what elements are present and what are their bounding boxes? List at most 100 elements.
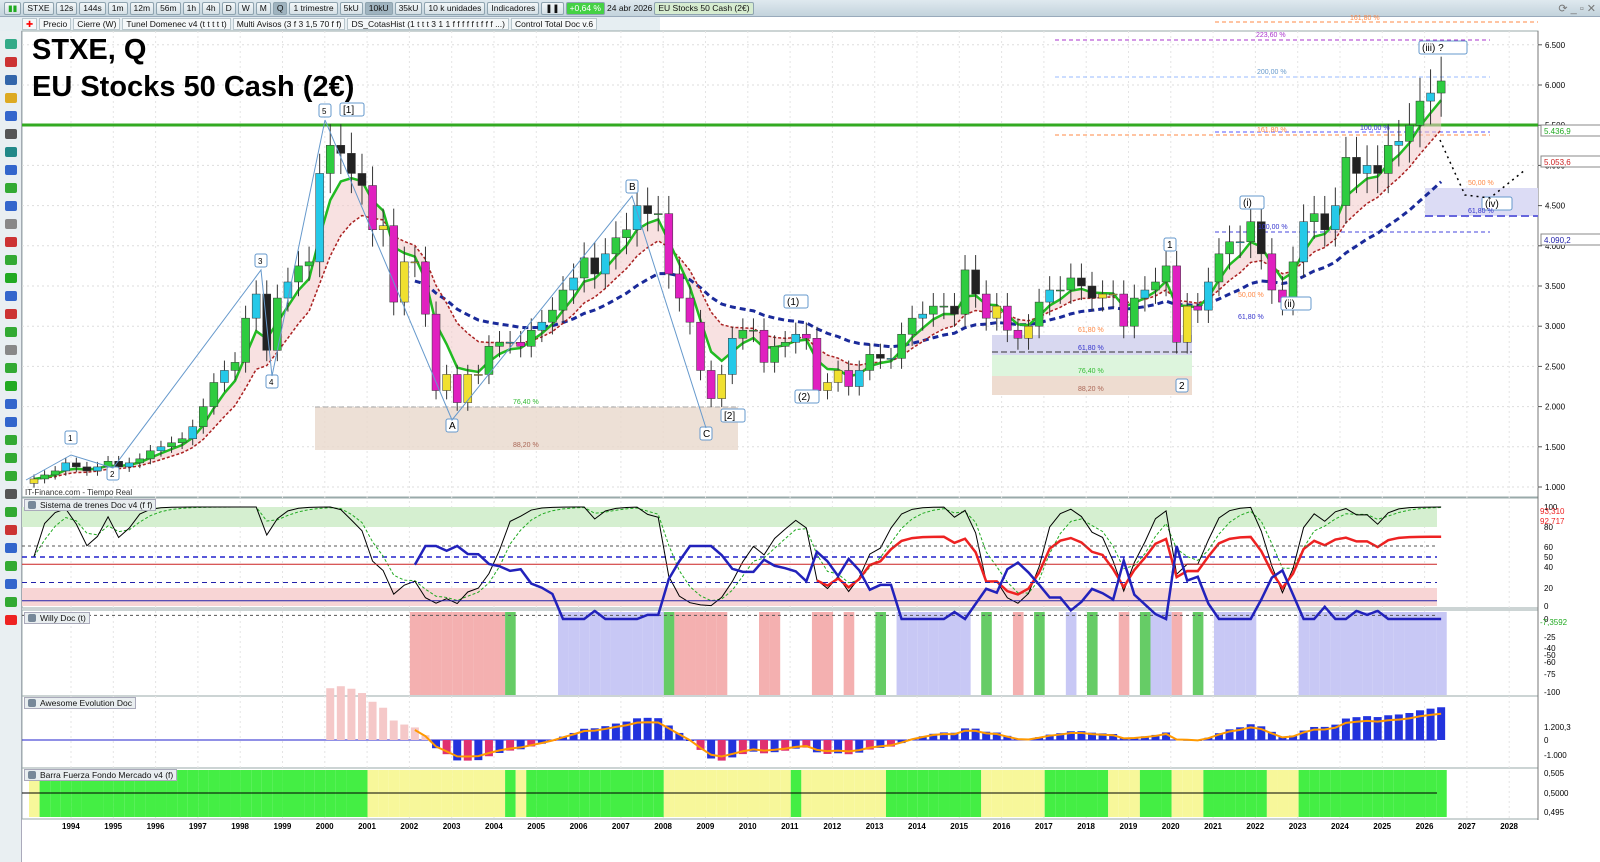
close-pane-icon[interactable] (28, 699, 36, 707)
candle (1309, 213, 1319, 222)
candle (1045, 289, 1054, 303)
willy-band (568, 612, 580, 695)
ao-bar (357, 693, 366, 740)
willy-band (1330, 612, 1341, 695)
year-label: 2007 (612, 822, 630, 831)
close-pane-icon[interactable] (28, 614, 36, 622)
year-label: 2011 (781, 822, 799, 831)
candle (728, 338, 737, 375)
year-label: 2019 (1120, 822, 1138, 831)
willy-band (642, 612, 654, 695)
candle (1373, 165, 1382, 174)
year-label: 2016 (993, 822, 1011, 831)
pane-label-barra[interactable]: Barra Fuerza Fondo Mercado v4 (f) (24, 769, 178, 781)
candle (812, 338, 822, 391)
ao-bar (643, 717, 652, 740)
candle (685, 297, 695, 323)
pane-tick-label: 0,505 (1544, 769, 1565, 778)
year-label: 1998 (231, 822, 249, 831)
candle (791, 333, 801, 343)
pane-label-willy[interactable]: Willy Doc (t) (24, 612, 90, 624)
price-badge-value: 4.090,2 (1544, 236, 1571, 245)
year-label: 2000 (316, 822, 334, 831)
willy-band (1404, 612, 1415, 695)
willy-band (1171, 612, 1183, 695)
pane-tick-label: -25 (1544, 633, 1556, 642)
year-label: 2026 (1416, 822, 1434, 831)
willy-band (1298, 612, 1310, 695)
year-label: 2025 (1373, 822, 1391, 831)
candle (336, 145, 346, 154)
year-label: 2023 (1289, 822, 1307, 831)
candle (802, 333, 811, 339)
candle (897, 333, 906, 359)
candle (1352, 157, 1361, 174)
fib-label: 61,80 % (1078, 327, 1104, 334)
pane-label-awesome[interactable]: Awesome Evolution Doc (24, 697, 136, 709)
candle (146, 450, 155, 460)
wave-label: (2) (798, 392, 810, 403)
candle (1066, 277, 1076, 291)
candle (569, 277, 578, 291)
willy-band (695, 612, 707, 695)
candle (50, 470, 60, 476)
fib-label: 50,00 % (1238, 292, 1264, 299)
candle (865, 354, 875, 371)
ao-bar (389, 720, 398, 740)
wave-label: 1 (68, 434, 73, 443)
pane-tick-label: 0 (1544, 602, 1549, 611)
year-label: 2028 (1500, 822, 1518, 831)
candle (738, 329, 748, 339)
close-pane-icon[interactable] (28, 771, 36, 779)
year-label: 1996 (147, 822, 165, 831)
willy-band (452, 612, 463, 695)
candle (1161, 265, 1171, 283)
year-label: 1997 (189, 822, 207, 831)
willy-band (473, 612, 484, 695)
candle (220, 370, 229, 383)
candle (939, 305, 949, 308)
pane-tick-label: -60 (1544, 658, 1556, 667)
candle (706, 370, 716, 399)
chart-title: STXE, Q EU Stocks 50 Cash (2€) (32, 32, 354, 106)
candle (273, 297, 282, 351)
candle (1182, 305, 1192, 343)
year-label: 2020 (1162, 822, 1180, 831)
candle (632, 205, 642, 230)
willy-band (769, 612, 781, 695)
year-label: 2024 (1331, 822, 1349, 831)
candle (177, 438, 187, 444)
willy-band (653, 612, 664, 695)
pane-label-sistema[interactable]: Sistema de trenes Doc v4 (f f) (24, 499, 157, 511)
candle (347, 153, 356, 174)
candle (854, 370, 864, 387)
candle (325, 145, 335, 174)
candle (907, 317, 917, 335)
pane-tick-label: 20 (1544, 584, 1553, 593)
willy-band (716, 612, 728, 695)
year-label: 2004 (485, 822, 503, 831)
willy-band (684, 612, 696, 695)
strength-bar (1436, 770, 1447, 817)
pane-badge-value: -7,3592 (1540, 618, 1568, 627)
candle (1034, 301, 1044, 327)
fib-label: 61,80 % (1468, 208, 1494, 215)
candle (664, 213, 674, 275)
candle (1024, 325, 1033, 339)
willy-band (907, 612, 918, 695)
pane-tick-label: 60 (1544, 543, 1553, 552)
chart-canvas[interactable]: 6.5006.0005.5005.0004.5004.0003.5003.000… (0, 0, 1600, 862)
year-label: 2013 (866, 822, 884, 831)
candle (1087, 285, 1097, 299)
wave-label: [1] (343, 105, 354, 116)
candle (1235, 241, 1245, 244)
ao-bar (410, 727, 419, 740)
candle (929, 305, 938, 315)
willy-band (928, 612, 939, 695)
close-pane-icon[interactable] (28, 501, 36, 509)
willy-band (1351, 612, 1363, 695)
oversold-band (22, 588, 1437, 606)
candle (72, 462, 81, 468)
candle (749, 329, 758, 332)
ao-bar (1437, 707, 1446, 740)
